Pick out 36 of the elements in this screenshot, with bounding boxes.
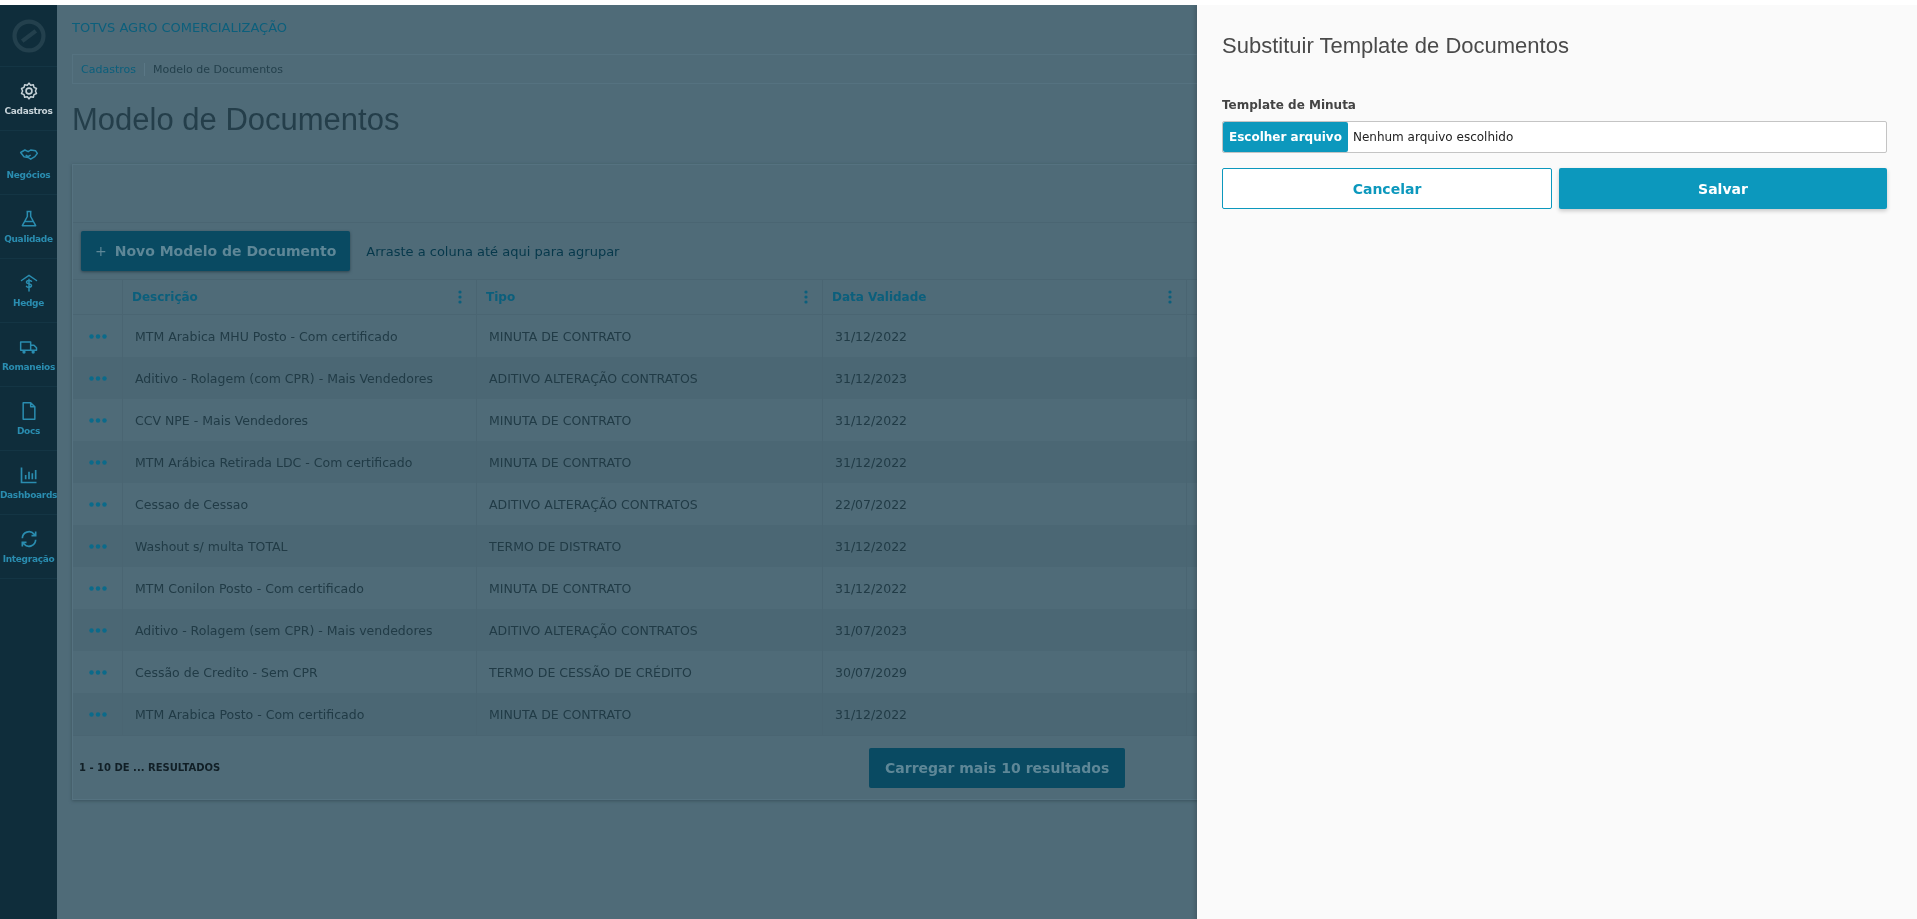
file-status: Nenhum arquivo escolhido	[1351, 130, 1514, 144]
row-actions-icon[interactable]	[88, 543, 107, 549]
sidebar-item[interactable]: Qualidade	[0, 195, 57, 259]
row-actions-icon[interactable]	[88, 417, 107, 423]
column-menu-icon[interactable]	[458, 290, 462, 304]
field-label: Template de Minuta	[1222, 98, 1357, 112]
dollar-icon	[18, 273, 39, 293]
row-actions-icon[interactable]	[88, 333, 107, 339]
group-hint: Arraste a coluna até aqui para agrupar	[366, 243, 620, 259]
row-actions-icon[interactable]	[88, 501, 107, 507]
column-menu-icon[interactable]	[1168, 290, 1172, 304]
load-more-button[interactable]: Carregar mais 10 resultados	[869, 747, 1126, 788]
bar-chart-icon	[18, 465, 39, 485]
panel-title: Substituir Template de Documentos	[1222, 33, 1570, 60]
new-document-button[interactable]: + Novo Modelo de Documento	[81, 231, 351, 271]
app-title: TOTVS AGRO COMERCIALIZAÇÃO	[72, 19, 288, 37]
row-actions-icon[interactable]	[88, 375, 107, 381]
choose-file-button[interactable]: Escolher arquivo	[1223, 122, 1348, 152]
gear-icon	[18, 81, 39, 101]
row-actions-icon[interactable]	[88, 711, 107, 717]
sidebar-item[interactable]: Dashboards	[0, 451, 57, 515]
column-menu-icon[interactable]	[804, 290, 808, 304]
row-actions-icon[interactable]	[88, 585, 107, 591]
row-actions-icon[interactable]	[88, 459, 107, 465]
sidebar-item[interactable]: Docs	[0, 387, 57, 451]
sidebar-item[interactable]: Negócios	[0, 131, 57, 195]
row-actions-icon[interactable]	[88, 669, 107, 675]
save-button[interactable]: Salvar	[1559, 168, 1887, 209]
sidebar-item[interactable]: Romaneios	[0, 323, 57, 387]
row-actions-icon[interactable]	[88, 627, 107, 633]
sidebar-item[interactable]: Integração	[0, 515, 57, 579]
result-count: 1 - 10 DE ... RESULTADOS	[79, 762, 222, 773]
cancel-button[interactable]: Cancelar	[1222, 168, 1552, 209]
file-input-field[interactable]: Escolher arquivo Nenhum arquivo escolhido	[1222, 121, 1887, 153]
sidebar-item[interactable]: Hedge	[0, 259, 57, 323]
sidebar-item[interactable]: Cadastros	[0, 67, 57, 131]
